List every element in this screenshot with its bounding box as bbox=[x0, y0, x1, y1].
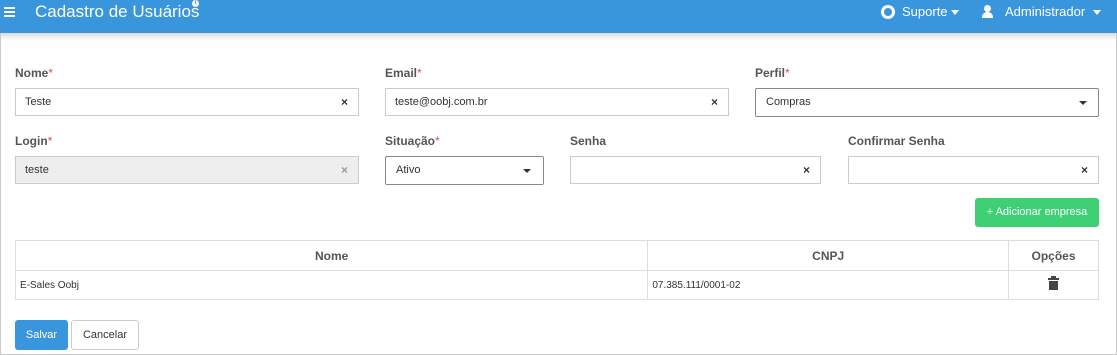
cell-cnpj: 07.385.111/0001-02 bbox=[647, 270, 1010, 300]
hamburger-menu-icon[interactable] bbox=[4, 7, 15, 17]
nome-input[interactable]: Teste bbox=[15, 88, 332, 116]
login-clear-button: × bbox=[331, 156, 359, 184]
cell-nome: E-Sales Oobj bbox=[14, 270, 649, 300]
nome-label: Nome* bbox=[15, 66, 54, 80]
perfil-label: Perfil* bbox=[755, 66, 790, 80]
support-menu[interactable]: Suporte bbox=[881, 4, 959, 20]
chevron-down-icon bbox=[1093, 9, 1102, 15]
add-company-button[interactable]: + Adicionar empresa bbox=[975, 198, 1099, 227]
user-menu[interactable]: Administrador bbox=[981, 4, 1102, 20]
table-row: E-Sales Oobj 07.385.111/0001-02 bbox=[14, 270, 1099, 300]
confirmar-senha-label: Confirmar Senha bbox=[848, 134, 945, 148]
login-label: Login* bbox=[15, 134, 53, 148]
column-header-nome: Nome bbox=[14, 240, 649, 271]
email-label: Email* bbox=[385, 66, 422, 80]
email-clear-button[interactable]: × bbox=[701, 88, 729, 116]
senha-clear-button[interactable]: × bbox=[793, 156, 821, 184]
perfil-select[interactable]: Compras bbox=[755, 88, 1099, 117]
senha-label: Senha bbox=[570, 134, 607, 148]
perfil-value: Compras bbox=[766, 96, 811, 108]
page-title: Cadastro de Usuários bbox=[35, 2, 200, 21]
confirmar-senha-clear-button[interactable]: × bbox=[1071, 156, 1099, 184]
situacao-label: Situação* bbox=[385, 134, 440, 148]
caret-down-icon bbox=[523, 169, 531, 173]
support-label: Suporte bbox=[902, 4, 948, 19]
situacao-value: Ativo bbox=[396, 164, 421, 176]
save-button[interactable]: Salvar bbox=[15, 320, 68, 350]
situacao-select[interactable]: Ativo bbox=[385, 156, 544, 185]
chevron-down-icon bbox=[950, 9, 959, 15]
info-icon[interactable]: i bbox=[192, 0, 199, 7]
nome-clear-button[interactable]: × bbox=[331, 88, 359, 116]
top-bar: Cadastro de Usuários i Suporte Administr… bbox=[0, 0, 1117, 33]
email-input[interactable]: teste@oobj.com.br bbox=[385, 88, 702, 116]
user-icon bbox=[981, 5, 995, 19]
column-header-cnpj: CNPJ bbox=[647, 240, 1010, 271]
cancel-button[interactable]: Cancelar bbox=[71, 320, 139, 350]
life-ring-icon bbox=[881, 5, 895, 19]
trash-icon[interactable] bbox=[1048, 276, 1060, 290]
companies-table: Nome CNPJ Opções E-Sales Oobj 07.385.111… bbox=[14, 240, 1099, 300]
column-header-opcoes: Opções bbox=[1008, 240, 1099, 271]
confirmar-senha-input[interactable] bbox=[848, 156, 1072, 184]
login-input: teste bbox=[15, 156, 332, 184]
cell-opcoes bbox=[1008, 270, 1099, 300]
user-label: Administrador bbox=[1005, 4, 1086, 19]
caret-down-icon bbox=[1079, 101, 1087, 105]
header-shadow bbox=[1, 33, 1116, 41]
senha-input[interactable] bbox=[570, 156, 794, 184]
